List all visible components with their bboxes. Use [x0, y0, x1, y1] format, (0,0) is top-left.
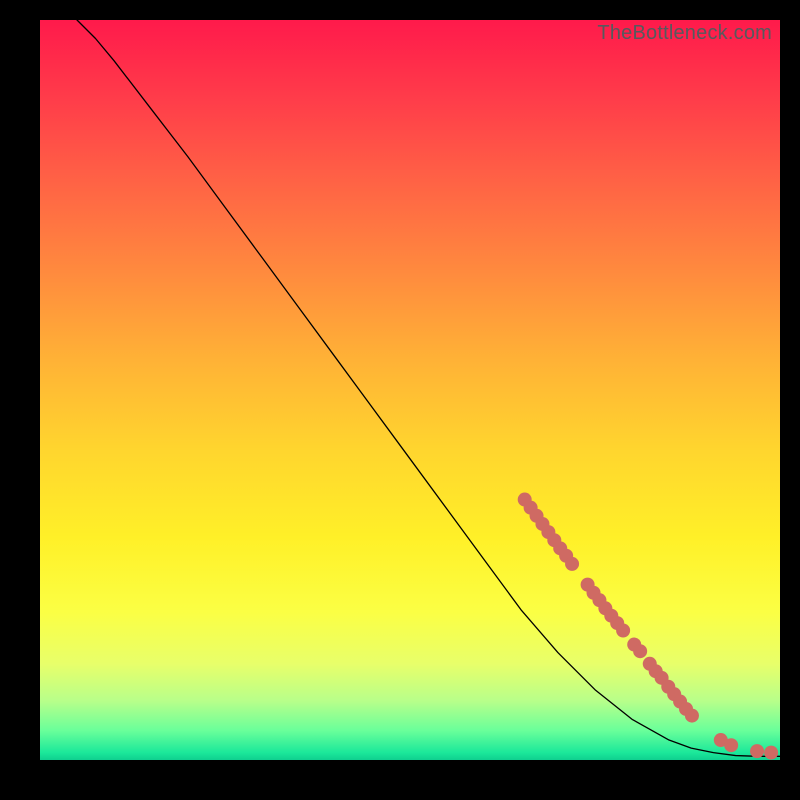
- marker-dot: [750, 744, 764, 758]
- marker-dot: [565, 557, 579, 571]
- chart-frame: TheBottleneck.com: [0, 0, 800, 800]
- marker-dot: [764, 746, 778, 760]
- marker-dot: [616, 624, 630, 638]
- marker-dot: [685, 709, 699, 723]
- line-series-curve: [77, 20, 780, 756]
- plot-area: TheBottleneck.com: [40, 20, 780, 760]
- scatter-markers: [518, 493, 778, 760]
- chart-overlay: [40, 20, 780, 760]
- marker-dot: [633, 644, 647, 658]
- marker-dot: [724, 738, 738, 752]
